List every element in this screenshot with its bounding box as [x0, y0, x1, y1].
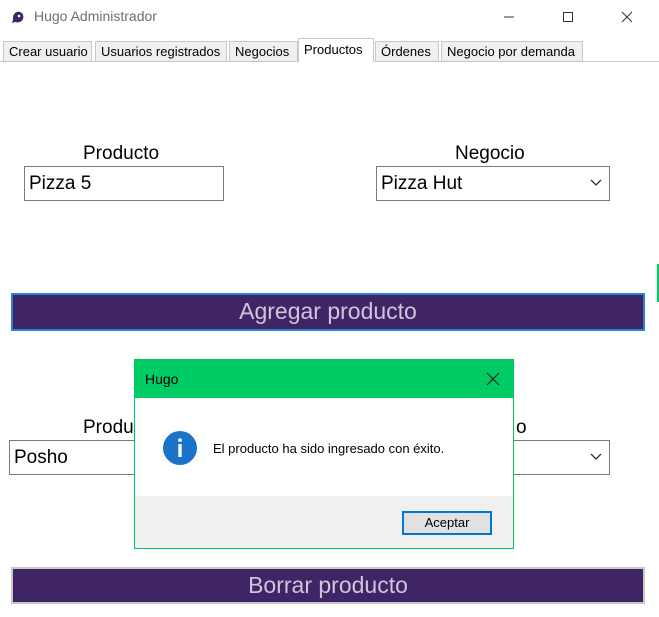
- dialog-title: Hugo: [145, 371, 179, 387]
- delete-product-label: Produ: [83, 417, 134, 438]
- title-bar: Hugo Administrador: [0, 0, 659, 34]
- accept-button-label: Aceptar: [424, 515, 470, 530]
- minimize-button[interactable]: [486, 0, 532, 34]
- accept-button[interactable]: Aceptar: [402, 511, 492, 535]
- tab-label: Negocio por demanda: [447, 44, 575, 59]
- maximize-button[interactable]: [545, 0, 591, 34]
- tab-negocios[interactable]: Negocios: [229, 41, 298, 61]
- tab-label: Usuarios registrados: [101, 44, 221, 59]
- tab-label: Negocios: [235, 44, 290, 59]
- delete-product-button-label: Borrar producto: [248, 572, 408, 598]
- tab-negocio-por-demanda[interactable]: Negocio por demanda: [441, 41, 583, 61]
- close-icon: [621, 11, 633, 23]
- tab-label: Crear usuario: [9, 44, 88, 59]
- chevron-down-icon: [590, 179, 602, 186]
- dialog-footer: Aceptar: [135, 496, 513, 548]
- tab-crear-usuario[interactable]: Crear usuario: [3, 41, 92, 61]
- product-input-value: Pizza 5: [29, 173, 92, 194]
- tab-ordenes[interactable]: Órdenes: [375, 41, 439, 61]
- dialog-titlebar: Hugo: [135, 360, 513, 398]
- tab-label: Órdenes: [381, 44, 431, 59]
- tab-usuarios-registrados[interactable]: Usuarios registrados: [95, 41, 227, 61]
- delete-product-select[interactable]: Posho: [9, 440, 149, 475]
- dialog-message: El producto ha sido ingresado con éxito.: [213, 441, 445, 456]
- app-icon: [12, 11, 24, 23]
- close-icon[interactable]: [485, 371, 501, 387]
- product-input[interactable]: Pizza 5: [24, 166, 224, 201]
- maximize-icon: [563, 12, 573, 22]
- chevron-down-icon: [590, 453, 602, 460]
- minimize-icon: [504, 16, 514, 18]
- message-dialog: Hugo El producto ha sido ingresado con é…: [134, 359, 514, 549]
- business-select[interactable]: Pizza Hut: [376, 166, 610, 201]
- business-label: Negocio: [455, 143, 525, 164]
- tab-productos[interactable]: Productos: [298, 38, 374, 62]
- close-button[interactable]: [604, 0, 650, 34]
- add-product-button[interactable]: Agregar producto: [11, 293, 645, 331]
- business-select-value: Pizza Hut: [381, 173, 463, 194]
- window-title: Hugo Administrador: [34, 8, 157, 24]
- tab-strip: Crear usuario Usuarios registrados Negoc…: [0, 38, 659, 62]
- delete-product-value: Posho: [14, 447, 68, 468]
- delete-product-button[interactable]: Borrar producto: [11, 567, 645, 604]
- product-label: Producto: [83, 143, 160, 164]
- delete-business-select[interactable]: [500, 440, 610, 475]
- info-icon: [163, 431, 197, 465]
- delete-business-label: o: [516, 417, 527, 438]
- add-product-label: Agregar producto: [239, 298, 417, 324]
- tab-label: Productos: [304, 42, 363, 57]
